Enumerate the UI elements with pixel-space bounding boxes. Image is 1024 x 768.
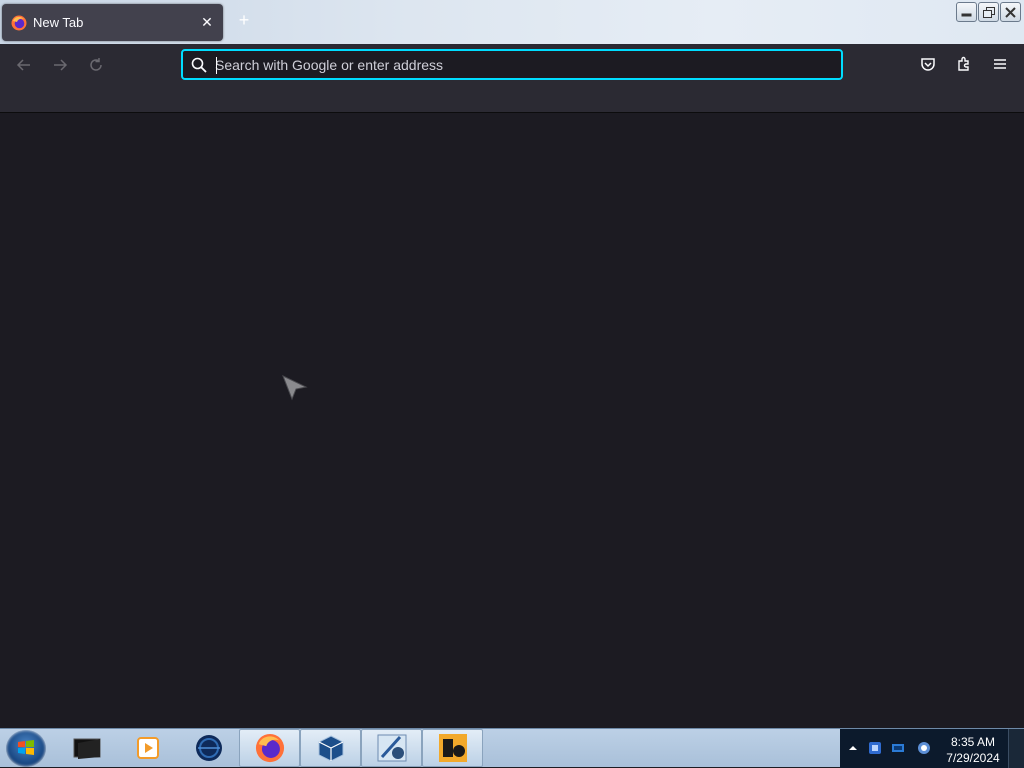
taskbar-app-firefox[interactable] (239, 729, 300, 767)
show-desktop-button[interactable] (1008, 729, 1024, 768)
start-button[interactable] (6, 730, 46, 767)
pocket-icon (921, 58, 935, 71)
close-icon (1005, 6, 1016, 18)
text-caret (216, 57, 217, 74)
mouse-cursor-icon (282, 375, 308, 401)
new-tab-page (0, 113, 1024, 728)
restore-button[interactable] (978, 2, 999, 22)
new-tab-button[interactable]: + (236, 11, 252, 29)
arrow-left-icon (16, 59, 30, 71)
hamburger-menu-icon (994, 59, 1006, 69)
taskbar-apps (56, 729, 483, 768)
taskbar-app-terminal[interactable] (56, 729, 117, 767)
app-menu-button[interactable] (990, 54, 1010, 74)
reload-button[interactable] (85, 54, 107, 76)
tab-title: New Tab (33, 15, 84, 30)
virtualbox-icon (318, 735, 343, 762)
de-app-icon (438, 734, 467, 762)
taskbar-app-windows7-64[interactable] (361, 729, 422, 767)
tab-strip: New Tab ✕ + (0, 0, 1024, 44)
firefox-icon (11, 15, 27, 31)
puzzle-piece-icon (958, 56, 969, 71)
taskbar-app-network[interactable] (178, 729, 239, 767)
windows-logo-icon (18, 740, 34, 755)
minimize-button[interactable] (956, 2, 977, 22)
system-clock[interactable]: 8:35 AM 7/29/2024 (940, 734, 1006, 766)
pocket-button[interactable] (918, 54, 938, 74)
address-input[interactable] (215, 54, 825, 76)
taskbar-app-de[interactable] (422, 729, 483, 767)
search-icon (191, 57, 207, 73)
notification-app-icon[interactable] (868, 741, 882, 755)
navigation-toolbar (0, 44, 1024, 113)
windows7-64-icon (377, 734, 406, 762)
reload-icon (90, 58, 102, 71)
network-globe-icon (195, 735, 222, 761)
close-window-button[interactable] (1000, 2, 1021, 22)
volume-icon[interactable] (917, 741, 931, 755)
close-tab-icon[interactable]: ✕ (199, 13, 215, 31)
window-controls (956, 2, 1021, 22)
chevron-up-icon[interactable] (846, 741, 860, 755)
back-button[interactable] (13, 54, 35, 76)
clock-date: 7/29/2024 (946, 751, 1000, 765)
arrow-right-icon (54, 59, 68, 71)
tab-new-tab[interactable]: New Tab ✕ (2, 4, 223, 41)
clock-time: 8:35 AM (950, 735, 996, 749)
firefox-icon (255, 733, 284, 763)
restore-icon (982, 6, 995, 18)
taskbar: 8:35 AM 7/29/2024 (0, 728, 1024, 768)
network-status-icon[interactable] (891, 741, 905, 755)
terminal-icon (73, 738, 100, 759)
taskbar-app-virtualbox[interactable] (300, 729, 361, 767)
forward-button[interactable] (49, 54, 71, 76)
extensions-button[interactable] (954, 54, 974, 74)
media-player-icon (136, 737, 159, 759)
taskbar-app-media-player[interactable] (117, 729, 178, 767)
minimize-icon (961, 13, 972, 16)
address-bar[interactable] (181, 49, 843, 80)
